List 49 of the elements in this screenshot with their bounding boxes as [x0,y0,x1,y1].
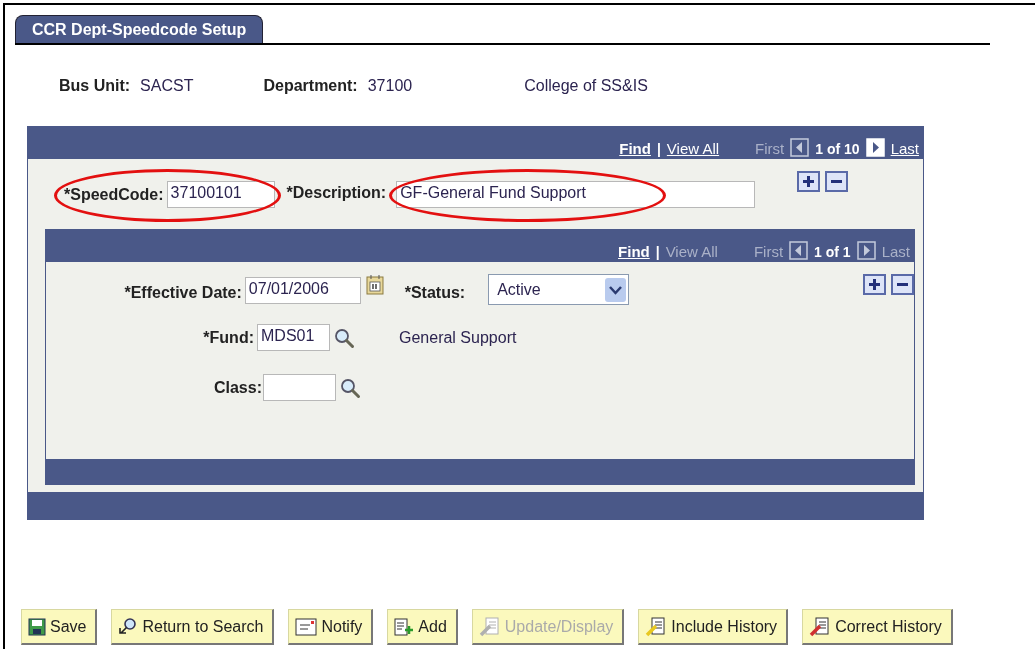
search-icon[interactable] [333,326,355,349]
toolbar-button[interactable]: Correct History [802,609,953,645]
field-label: *Effective Date: [123,284,242,302]
document-pencil-icon [809,616,832,637]
field-label: Class: [212,378,262,397]
plus-icon [868,278,881,291]
page-tab[interactable]: CCR Dept-Speedcode Setup [15,15,264,43]
toolbar-button[interactable]: Return to Search [111,609,275,645]
toolbar-button[interactable]: Notify [288,609,374,645]
delete-row-button[interactable] [891,274,914,295]
field-value: 37100 [367,77,413,95]
plus-icon [802,175,816,188]
calendar-icon[interactable] [364,274,385,296]
field-value: SACST [140,77,194,95]
envelope-icon [295,617,318,636]
toolbar-button[interactable]: Save [21,609,98,645]
field-label: Department: [263,77,358,95]
field-value: College of SS&IS [524,77,648,95]
separator-text: | [656,141,661,157]
document-pencil-icon [645,616,668,637]
field-label: *Fund: [202,328,254,347]
input-field[interactable] [263,374,336,401]
last-link[interactable]: Last [890,140,919,157]
magnifier-arrow-icon [118,616,139,637]
status-dropdown[interactable]: Active [488,274,629,305]
toolbar-button[interactable]: Include History [638,609,789,645]
add-row-button[interactable] [797,171,821,192]
separator-text: | [655,244,660,260]
find-link[interactable]: Find [618,243,650,260]
add-row-button[interactable] [863,274,886,295]
input-field[interactable]: 37100101 [166,181,275,208]
field-value: General Support [399,328,517,347]
row-count: 1 of 10 [815,141,860,157]
document-pencil-icon [478,616,501,637]
row-count: 1 of 1 [814,244,851,260]
search-icon[interactable] [339,376,361,399]
document-plus-icon [394,617,415,636]
input-field[interactable]: GF-General Fund Support [396,181,756,208]
view-all-link[interactable]: View All [666,140,720,157]
field-label: *Description: [286,184,387,202]
field-label: *SpeedCode: [64,185,164,204]
input-field[interactable]: MDS01 [257,324,330,351]
delete-row-button[interactable] [825,171,849,192]
field-label: *Status: [404,284,466,302]
date-field[interactable]: 07/01/2006 [244,277,361,304]
toolbar-button[interactable]: Add [387,609,458,645]
find-link[interactable]: Find [619,140,651,157]
chevron-down-icon [605,277,626,302]
field-label: Bus Unit: [59,77,131,95]
